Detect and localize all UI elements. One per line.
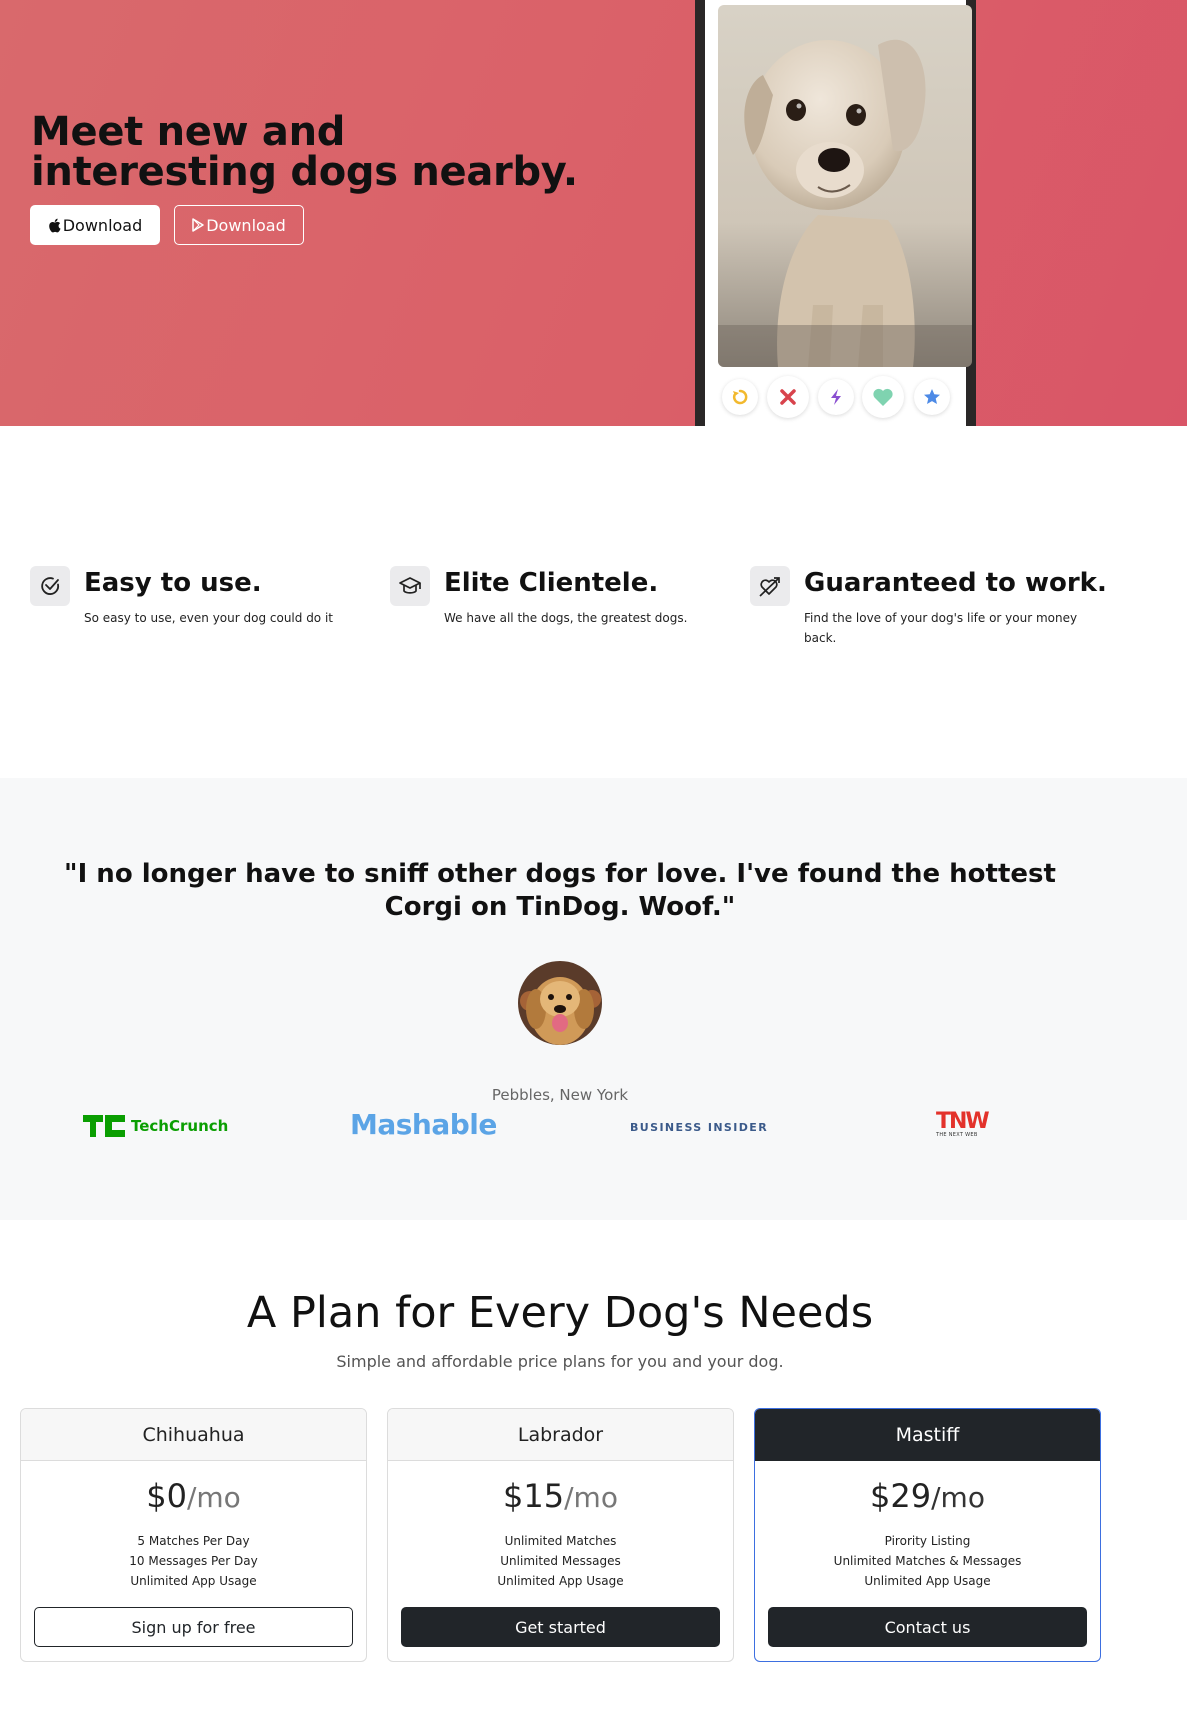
feature-title: Easy to use. <box>84 568 262 598</box>
google-play-download-label: Download <box>206 215 286 235</box>
plan-name: Mastiff <box>755 1409 1100 1461</box>
plan-features: Unlimited Matches Unlimited Messages Unl… <box>388 1531 733 1591</box>
techcrunch-wordmark: TechCrunch <box>131 1117 229 1135</box>
plan-card-labrador: Labrador $15/mo Unlimited Matches Unlimi… <box>387 1408 734 1662</box>
plan-card-chihuahua: Chihuahua $0/mo 5 Matches Per Day 10 Mes… <box>20 1408 367 1662</box>
plan-price: $0/mo <box>21 1477 366 1515</box>
boost-icon[interactable] <box>818 379 854 415</box>
pricing-title: A Plan for Every Dog's Needs <box>246 1288 874 1338</box>
business-insider-logo: BUSINESS INSIDER <box>630 1121 768 1134</box>
feature-title: Elite Clientele. <box>444 568 659 598</box>
feature-title: Guaranteed to work. <box>804 568 1107 598</box>
plan-name: Chihuahua <box>21 1409 366 1461</box>
apple-download-label: Download <box>62 215 143 235</box>
plan-price-unit: /mo <box>564 1481 618 1514</box>
feature-text: We have all the dogs, the greatest dogs. <box>444 611 688 625</box>
apple-icon <box>48 218 61 232</box>
feature-text: So easy to use, even your dog could do i… <box>84 611 334 625</box>
hero-section: Meet new and interesting dogs nearby. Do… <box>0 0 1187 426</box>
pricing-subtitle: Simple and affordable price plans for yo… <box>336 1352 784 1371</box>
avatar <box>518 961 602 1045</box>
plan-card-mastiff: Mastiff $29/mo Pirority Listing Unlimite… <box>754 1408 1101 1662</box>
tnw-logo: TNW THE NEXT WEB <box>936 1109 990 1139</box>
check-circle-icon <box>30 566 70 606</box>
plan-name: Labrador <box>388 1409 733 1461</box>
plan-feature: Unlimited Matches & Messages <box>833 1554 1022 1568</box>
plan-price-amount: $29 <box>870 1477 932 1515</box>
plan-features: Pirority Listing Unlimited Matches & Mes… <box>755 1531 1100 1591</box>
plan-feature: 5 Matches Per Day <box>137 1534 250 1548</box>
plan-price: $29/mo <box>755 1477 1100 1515</box>
google-play-icon <box>192 218 204 232</box>
mashable-wordmark: Mashable <box>350 1108 497 1141</box>
business-insider-wordmark: BUSINESS INSIDER <box>630 1121 769 1134</box>
google-play-download-button[interactable]: Download <box>174 205 304 245</box>
rewind-icon[interactable] <box>722 379 758 415</box>
tnw-subtitle: THE NEXT WEB <box>936 1132 978 1138</box>
feature-text: Find the love of your dog's life or your… <box>804 611 1078 645</box>
tnw-wordmark: TNW <box>936 1109 990 1134</box>
techcrunch-logo: TechCrunch <box>83 1115 228 1137</box>
plan-feature: Unlimited Messages <box>500 1554 621 1568</box>
testimonial-author: Pebbles, New York <box>491 1086 629 1104</box>
plan-feature: Unlimited Matches <box>504 1534 617 1548</box>
nope-icon[interactable] <box>767 376 809 418</box>
graduation-cap-icon <box>390 566 430 606</box>
testimonial-quote: "I no longer have to sniff other dogs fo… <box>64 859 1056 922</box>
testimonial-section: "I no longer have to sniff other dogs fo… <box>0 778 1187 1220</box>
techcrunch-mark <box>83 1115 125 1137</box>
contact-us-button[interactable]: Contact us <box>768 1607 1087 1647</box>
plan-features: 5 Matches Per Day 10 Messages Per Day Un… <box>21 1531 366 1591</box>
apple-download-button[interactable]: Download <box>30 205 160 245</box>
plan-feature: Unlimited App Usage <box>864 1574 991 1588</box>
dog-photo <box>718 5 972 367</box>
phone-mockup <box>695 0 976 426</box>
plan-feature: 10 Messages Per Day <box>129 1554 258 1568</box>
heart-arrow-icon <box>750 566 790 606</box>
plan-feature: Unlimited App Usage <box>130 1574 257 1588</box>
plan-price-unit: /mo <box>931 1481 985 1514</box>
plan-price: $15/mo <box>388 1477 733 1515</box>
sign-up-free-button[interactable]: Sign up for free <box>34 1607 353 1647</box>
plan-price-amount: $15 <box>503 1477 565 1515</box>
plan-feature: Unlimited App Usage <box>497 1574 624 1588</box>
plan-price-amount: $0 <box>146 1477 187 1515</box>
mashable-logo: Mashable <box>350 1108 497 1141</box>
hero-title: Meet new and interesting dogs nearby. <box>31 109 578 195</box>
like-icon[interactable] <box>862 376 904 418</box>
plan-feature: Pirority Listing <box>884 1534 971 1548</box>
get-started-button[interactable]: Get started <box>401 1607 720 1647</box>
super-like-icon[interactable] <box>914 379 950 415</box>
phone-screen <box>705 0 972 426</box>
plan-price-unit: /mo <box>186 1481 241 1514</box>
